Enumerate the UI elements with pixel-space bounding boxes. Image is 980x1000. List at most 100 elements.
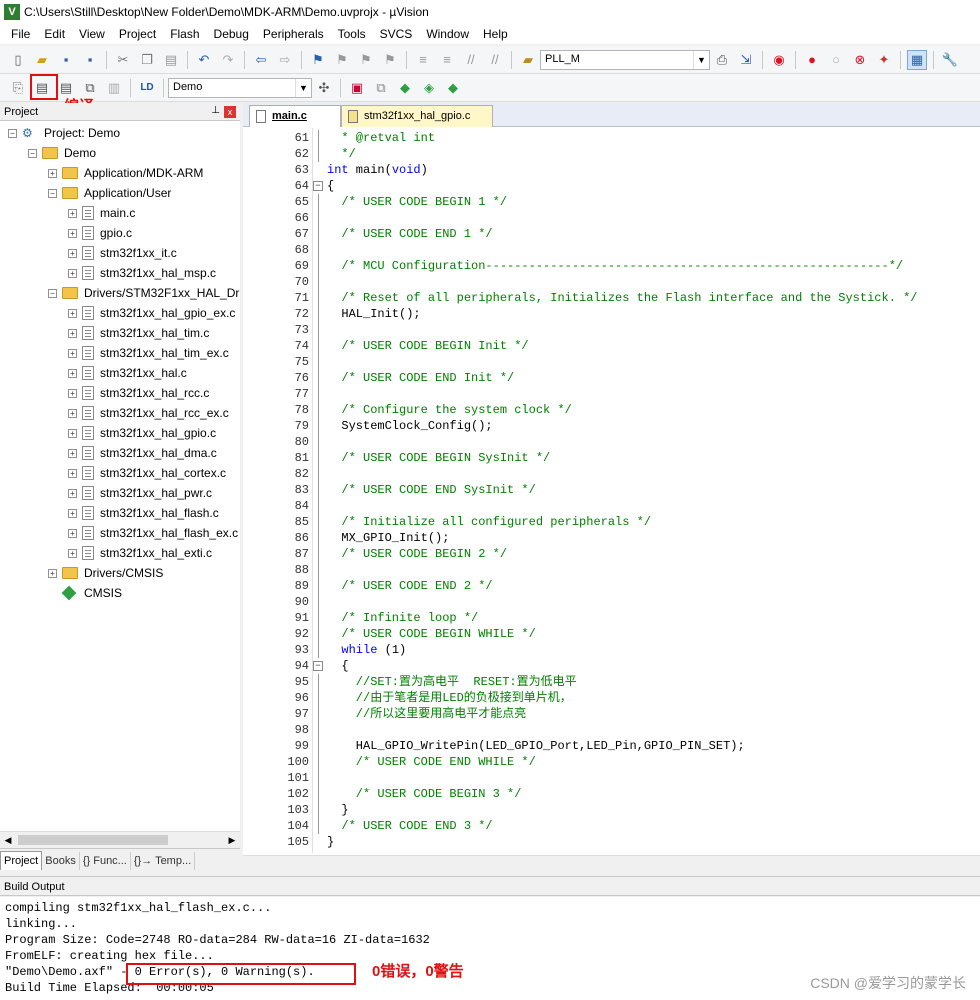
pack-installer-icon[interactable]: ◈ [419,78,439,98]
code-line[interactable]: 75 [243,354,980,370]
tree-item[interactable]: − Application/User [48,183,171,203]
code-line[interactable]: 81 /* USER CODE BEGIN SysInit */ [243,450,980,466]
code-line[interactable]: 72 HAL_Init(); [243,306,980,322]
expand-icon[interactable]: + [68,308,77,318]
code-line[interactable]: 95 //SET:置为高电平 RESET:置为低电平 [243,674,980,690]
clear-bookmarks-icon[interactable]: ⚑ [380,50,400,70]
tree-item[interactable]: + stm32f1xx_hal_flash_ex.c [68,523,238,543]
expand-icon[interactable]: + [68,208,77,218]
debug-session-icon[interactable]: ◉ [769,50,789,70]
code-line[interactable]: 80 [243,434,980,450]
find-icon[interactable]: ⎙ [712,50,732,70]
scroll-right-icon[interactable]: ▶ [224,832,240,848]
save-icon[interactable]: ▪ [56,50,76,70]
download-icon[interactable]: LD [137,78,157,98]
menu-peripherals[interactable]: Peripherals [256,27,331,41]
unindent-icon[interactable]: ≡ [437,50,457,70]
code-line[interactable]: 96 //由于笔者是用LED的负极接到单片机， [243,690,980,706]
disable-all-breakpoints-icon[interactable]: ⊗ [850,50,870,70]
code-line[interactable]: 105} [243,834,980,850]
nav-forward-icon[interactable]: ⇨ [275,50,295,70]
expand-icon[interactable]: + [68,508,77,518]
copy-icon[interactable]: ❐ [137,50,157,70]
code-line[interactable]: 102 /* USER CODE BEGIN 3 */ [243,786,980,802]
code-line[interactable]: 76 /* USER CODE END Init */ [243,370,980,386]
code-line[interactable]: 103 } [243,802,980,818]
code-line[interactable]: 89 /* USER CODE END 2 */ [243,578,980,594]
code-line[interactable]: 63 int main(void) [243,162,980,178]
code-line[interactable]: 99 HAL_GPIO_WritePin(LED_GPIO_Port,LED_P… [243,738,980,754]
expand-icon[interactable]: + [68,428,77,438]
expand-icon[interactable]: + [68,468,77,478]
expand-icon[interactable]: + [68,548,77,558]
code-line[interactable]: 83 /* USER CODE END SysInit */ [243,482,980,498]
select-packs-icon[interactable]: ⧉ [371,78,391,98]
tree-item[interactable]: + stm32f1xx_hal_msp.c [68,263,216,283]
code-line[interactable]: 71 /* Reset of all peripherals, Initiali… [243,290,980,306]
fold-toggle-icon[interactable]: − [313,661,323,671]
chevron-down-icon[interactable]: ▼ [295,78,311,97]
tree-item[interactable]: + stm32f1xx_hal_flash.c [68,503,219,523]
find-in-files-icon[interactable]: ▰ [518,50,538,70]
code-line[interactable]: 100 /* USER CODE END WHILE */ [243,754,980,770]
tree-item[interactable]: + stm32f1xx_hal_rcc_ex.c [68,403,229,423]
paste-icon[interactable]: ▤ [161,50,181,70]
undo-icon[interactable]: ↶ [194,50,214,70]
code-line[interactable]: 92 /* USER CODE BEGIN WHILE */ [243,626,980,642]
expand-icon[interactable]: + [48,568,57,578]
redo-icon[interactable]: ↷ [218,50,238,70]
manage-project-items-icon[interactable]: ▣ [347,78,367,98]
code-line[interactable]: 94− { [243,658,980,674]
tab-templates[interactable]: {}→ Temp... [131,851,196,870]
expand-icon[interactable]: + [68,368,77,378]
tab-hal-gpio-c[interactable]: stm32f1xx_hal_gpio.c [341,105,493,127]
uncomment-icon[interactable]: // [485,50,505,70]
next-bookmark-icon[interactable]: ⚑ [356,50,376,70]
pin-icon[interactable]: ⊥ [211,105,220,116]
target-options-icon[interactable]: ✣ [314,78,334,98]
tree-item[interactable]: + stm32f1xx_hal_cortex.c [68,463,226,483]
tab-functions[interactable]: {} Func... [80,851,131,870]
cut-icon[interactable]: ✂ [113,50,133,70]
tree-item[interactable]: + stm32f1xx_hal_exti.c [68,543,212,563]
tree-item[interactable]: + stm32f1xx_hal_tim_ex.c [68,343,229,363]
code-line[interactable]: 86 MX_GPIO_Init(); [243,530,980,546]
disable-breakpoint-icon[interactable]: ○ [826,50,846,70]
code-line[interactable]: 88 [243,562,980,578]
code-line[interactable]: 74 /* USER CODE BEGIN Init */ [243,338,980,354]
code-line[interactable]: 101 [243,770,980,786]
configure-wrench-icon[interactable]: 🔧 [940,50,960,70]
code-line[interactable]: 97 //所以这里要用高电平才能点亮 [243,706,980,722]
expand-icon[interactable]: + [68,268,77,278]
close-icon[interactable]: x [224,106,236,118]
editor-hscrollbar[interactable] [243,855,980,873]
code-line[interactable]: 67 /* USER CODE END 1 */ [243,226,980,242]
nav-back-icon[interactable]: ⇦ [251,50,271,70]
expand-icon[interactable]: + [68,348,77,358]
window-layout-icon[interactable]: ▦ [907,49,927,70]
code-line[interactable]: 68 [243,242,980,258]
tree-item[interactable]: + gpio.c [68,223,132,243]
expand-icon[interactable]: + [68,388,77,398]
rte-manage-icon[interactable]: ◆ [395,78,415,98]
tree-item[interactable]: + stm32f1xx_hal_gpio.c [68,423,216,443]
expand-icon[interactable]: + [68,528,77,538]
open-folder-icon[interactable]: ▰ [32,50,52,70]
menu-file[interactable]: File [4,27,37,41]
tree-item[interactable]: + stm32f1xx_hal_pwr.c [68,483,212,503]
code-line[interactable]: 70 [243,274,980,290]
code-line[interactable]: 87 /* USER CODE BEGIN 2 */ [243,546,980,562]
tree-item[interactable]: + stm32f1xx_hal.c [68,363,187,383]
code-line[interactable]: 65 /* USER CODE BEGIN 1 */ [243,194,980,210]
code-line[interactable]: 69 /* MCU Configuration-----------------… [243,258,980,274]
tree-item[interactable]: + stm32f1xx_hal_dma.c [68,443,217,463]
comment-icon[interactable]: // [461,50,481,70]
code-line[interactable]: 98 [243,722,980,738]
menu-svcs[interactable]: SVCS [373,27,420,41]
menu-flash[interactable]: Flash [163,27,206,41]
breakpoint-icon[interactable]: ● [802,50,822,70]
new-file-icon[interactable]: ▯ [8,50,28,70]
code-line[interactable]: 91 /* Infinite loop */ [243,610,980,626]
tree-item[interactable]: + Application/MDK-ARM [48,163,203,183]
scroll-left-icon[interactable]: ◀ [0,832,16,848]
